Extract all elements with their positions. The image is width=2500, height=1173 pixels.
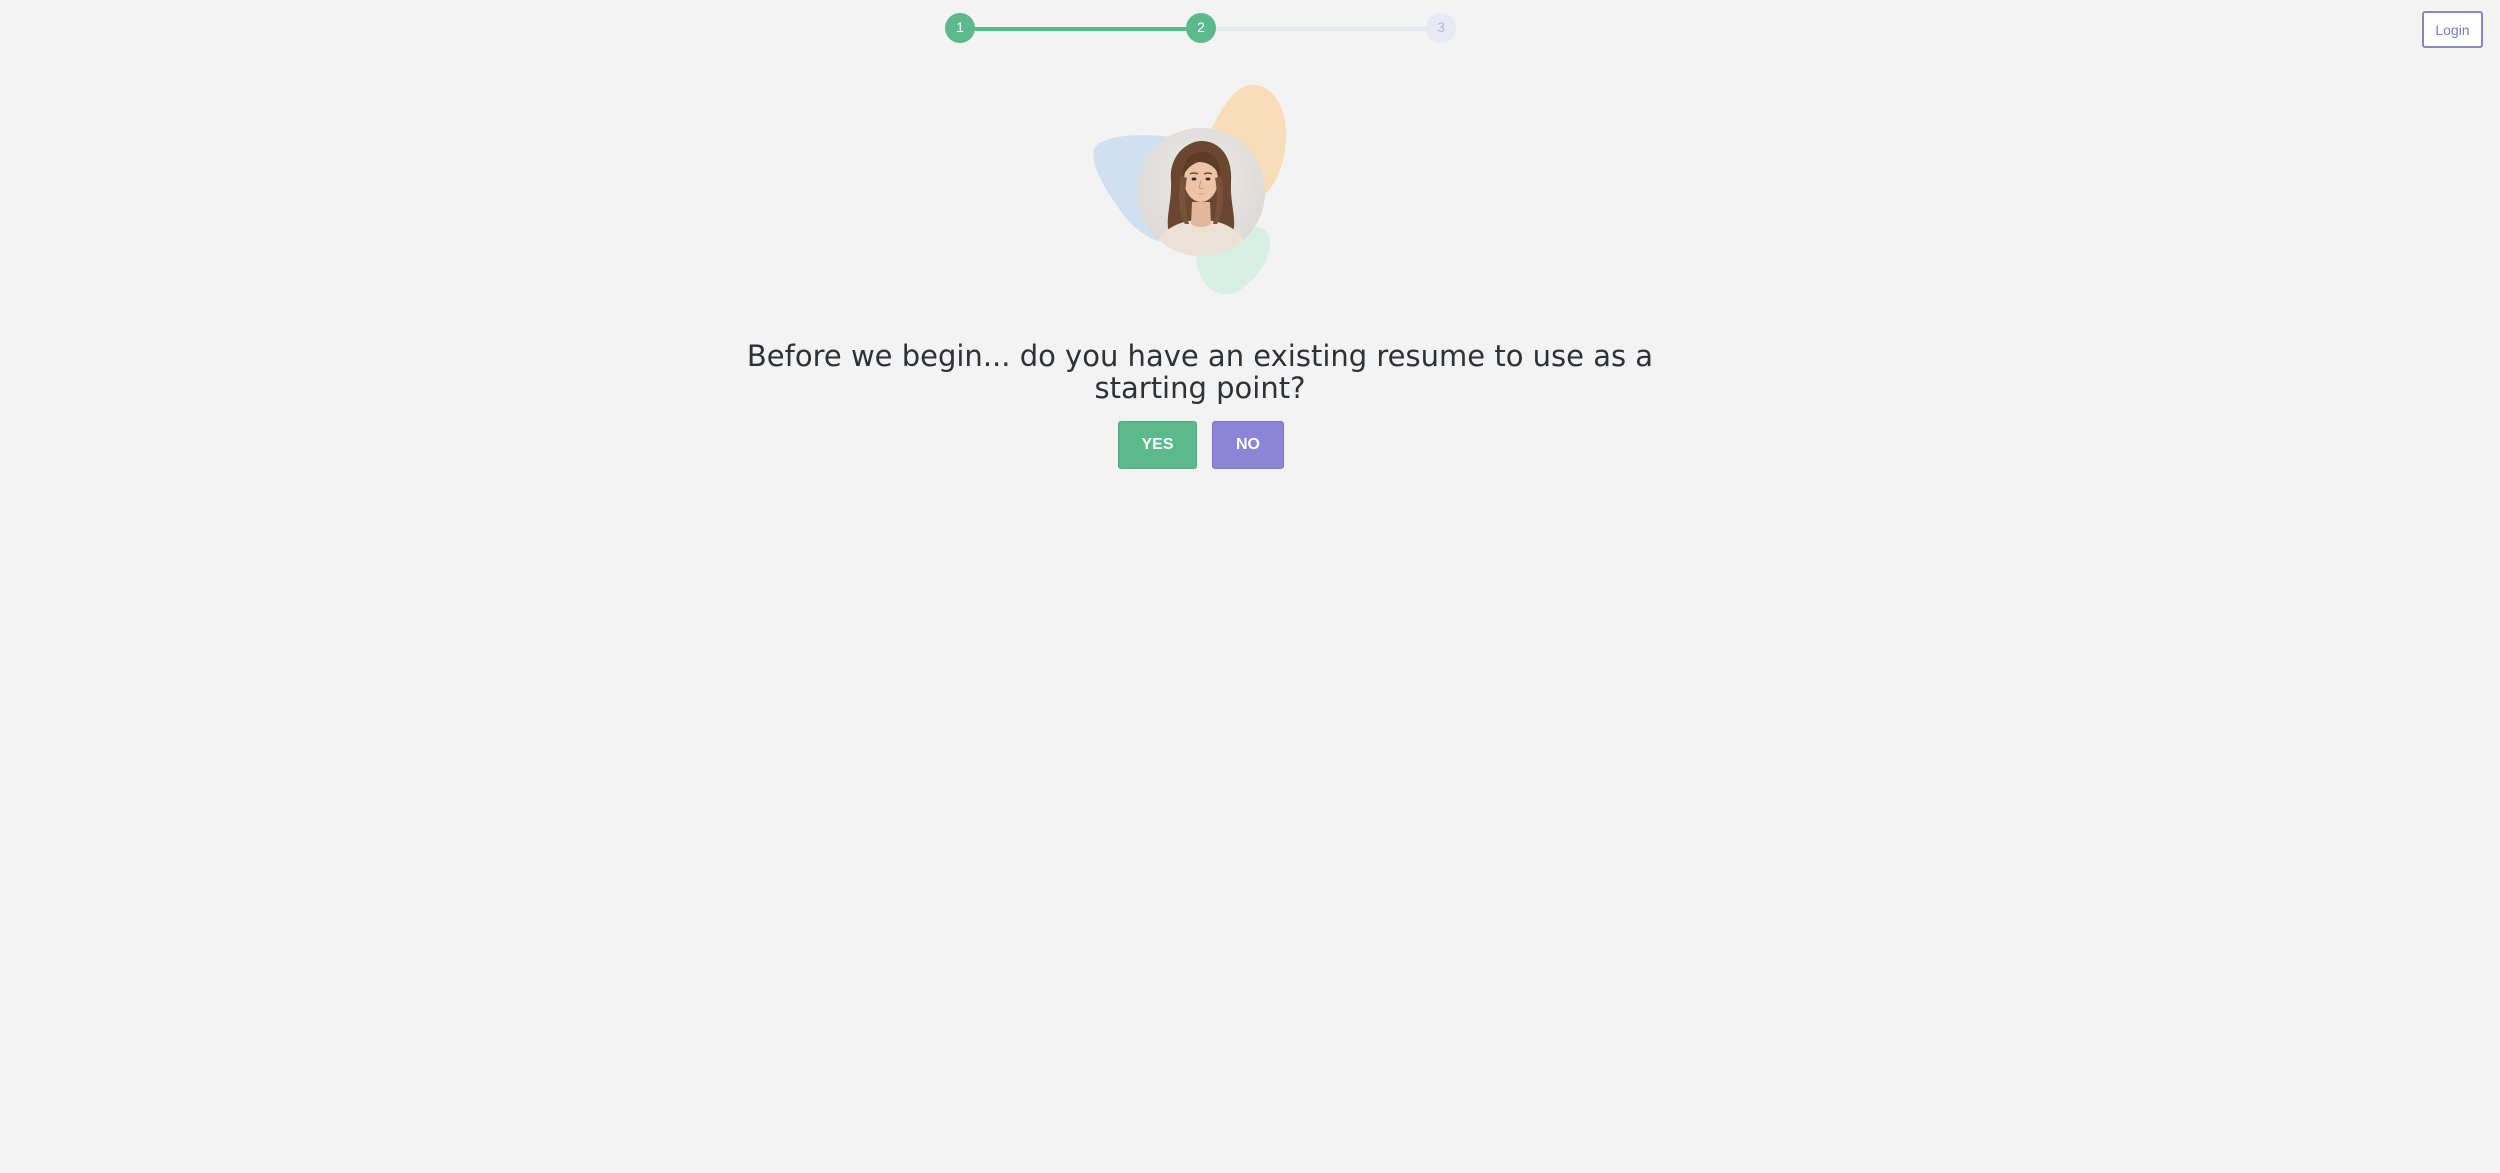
stepper-track-remaining — [1200, 27, 1440, 31]
answer-buttons: YES NO — [1118, 421, 1284, 469]
step-3: 3 — [1426, 13, 1456, 43]
step-1: 1 — [945, 13, 975, 43]
yes-button[interactable]: YES — [1118, 421, 1197, 469]
avatar — [1137, 128, 1265, 256]
portrait-image — [1137, 128, 1265, 256]
login-button[interactable]: Login — [2422, 11, 2483, 48]
step-2: 2 — [1186, 13, 1216, 43]
hero-avatar-illustration — [1090, 80, 1310, 300]
resume-question: Before we begin... do you have an existi… — [746, 339, 1654, 405]
stepper-track-completed — [960, 27, 1200, 31]
progress-stepper: 1 2 3 — [945, 13, 1456, 45]
no-button[interactable]: NO — [1212, 421, 1284, 469]
